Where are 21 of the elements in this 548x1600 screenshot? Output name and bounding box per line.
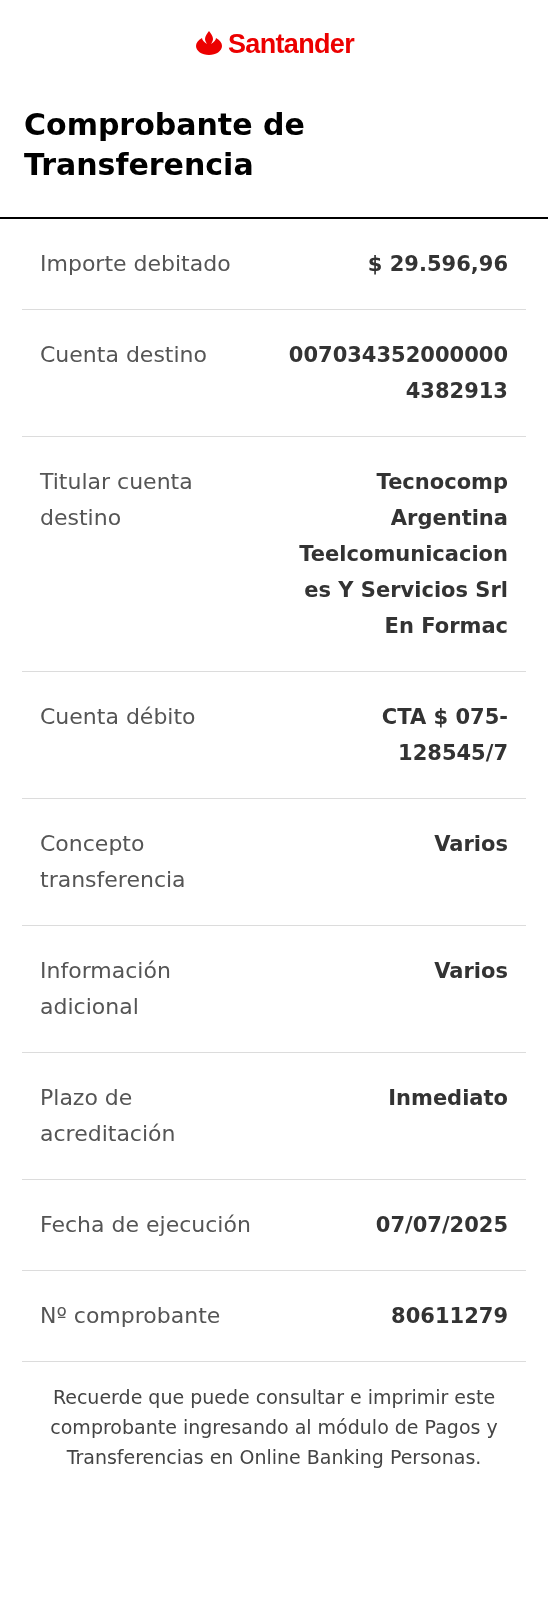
field-label: Importe debitado bbox=[40, 249, 232, 278]
field-label: Información adicional bbox=[40, 956, 172, 1021]
field-value: 07/07/2025 bbox=[374, 1211, 508, 1239]
field-value: 0070343520000004382913 bbox=[288, 341, 508, 405]
brand-name: Santander bbox=[228, 28, 354, 61]
field-label: Nº comprobante bbox=[40, 1301, 222, 1330]
field-label: Plazo de acreditación bbox=[40, 1083, 177, 1148]
field-value: Varios bbox=[433, 957, 508, 985]
field-label: Cuenta débito bbox=[40, 702, 197, 731]
field-value: Varios bbox=[433, 830, 508, 858]
field-label: Concepto transferencia bbox=[40, 829, 187, 894]
footer-note: Recuerde que puede consultar e imprimir este comprobante ingresando al módulo de Pagos y Transferencias en Online Banking Personas. bbox=[49, 1384, 499, 1470]
field-label: Titular cuenta destino bbox=[40, 467, 194, 532]
field-value: CTA $ 075-128545/7 bbox=[380, 703, 508, 767]
field-value: Tecnocomp Argentina Teelcomunicaciones Y Servicios Srl En Formac bbox=[298, 468, 508, 640]
field-value: 80611279 bbox=[390, 1302, 508, 1330]
field-value: Inmediato bbox=[387, 1084, 508, 1112]
page-title: Comprobante de Transferencia bbox=[23, 105, 306, 184]
field-label: Fecha de ejecución bbox=[40, 1210, 252, 1239]
field-label: Cuenta destino bbox=[40, 340, 208, 369]
field-value: $ 29.596,96 bbox=[366, 250, 508, 278]
